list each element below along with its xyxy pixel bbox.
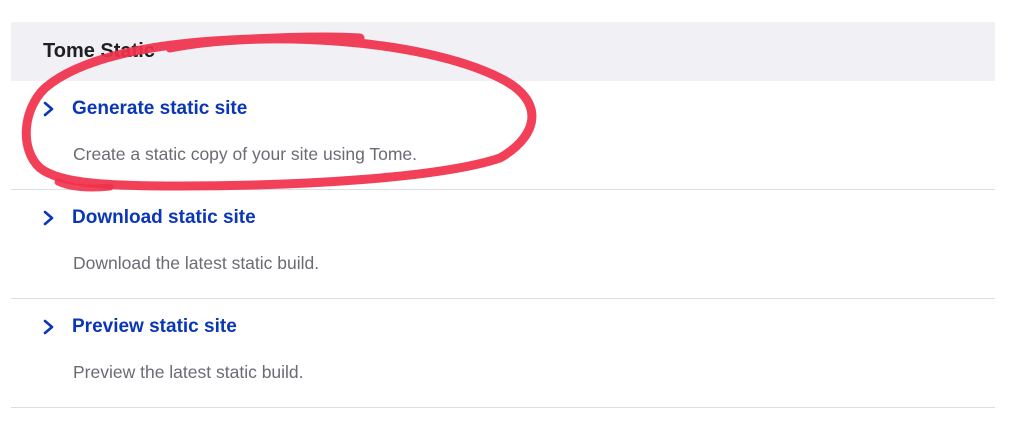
chevron-right-icon: [43, 319, 54, 335]
list-item-generate: Generate static site Create a static cop…: [11, 81, 995, 190]
tome-static-panel: Tome Static Generate static site Create …: [11, 22, 995, 408]
item-description: Preview the latest static build.: [73, 362, 304, 382]
list-item-preview: Preview static site Preview the latest s…: [11, 299, 995, 408]
item-link-label[interactable]: Download static site: [72, 207, 256, 229]
panel-title: Tome Static: [43, 40, 155, 62]
chevron-right-icon: [43, 101, 54, 117]
item-link-label[interactable]: Generate static site: [72, 98, 247, 120]
item-link-label[interactable]: Preview static site: [72, 316, 237, 338]
list-item-download: Download static site Download the latest…: [11, 190, 995, 299]
download-static-site-link[interactable]: Download static site: [42, 207, 256, 229]
panel-header: Tome Static: [11, 22, 995, 81]
item-description: Download the latest static build.: [73, 253, 320, 273]
generate-static-site-link[interactable]: Generate static site: [42, 98, 247, 120]
preview-static-site-link[interactable]: Preview static site: [42, 316, 237, 338]
chevron-right-icon: [43, 210, 54, 226]
page: Tome Static Generate static site Create …: [0, 0, 1024, 428]
item-description: Create a static copy of your site using …: [73, 144, 418, 164]
